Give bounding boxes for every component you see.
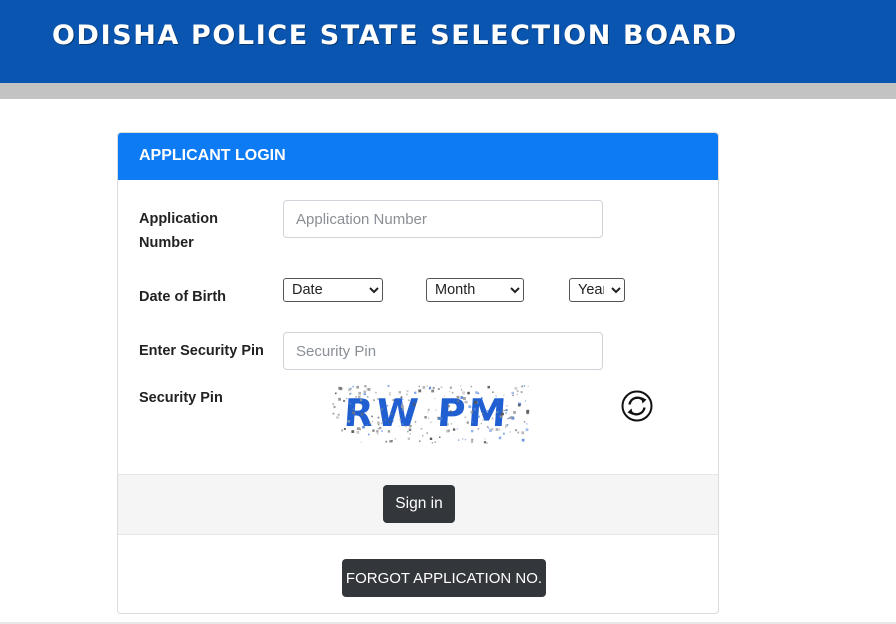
security-pin-captcha-label: Security Pin	[139, 390, 223, 406]
login-card-header: APPLICANT LOGIN	[118, 133, 718, 180]
top-banner: ODISHA POLICE STATE SELECTION BOARD	[0, 0, 896, 83]
enter-security-pin-label: Enter Security Pin	[139, 343, 264, 359]
site-title: ODISHA POLICE STATE SELECTION BOARD	[52, 20, 738, 51]
forgot-application-number-button[interactable]: FORGOT APPLICATION NO.	[342, 559, 546, 597]
date-of-birth-label: Date of Birth	[139, 289, 226, 305]
captcha-image: RW PM	[332, 385, 530, 445]
application-number-label: Application Number	[139, 211, 218, 251]
refresh-icon[interactable]	[621, 390, 653, 422]
application-number-input[interactable]	[283, 200, 603, 238]
login-card-title: APPLICANT LOGIN	[139, 147, 286, 164]
dob-year-select[interactable]: Year	[569, 278, 625, 302]
login-card: APPLICANT LOGIN Application Number Date …	[117, 132, 719, 614]
dob-date-select[interactable]: Date	[283, 278, 383, 302]
captcha-noise	[332, 385, 530, 444]
security-pin-input[interactable]	[283, 332, 603, 370]
sign-in-button[interactable]: Sign in	[383, 485, 455, 523]
banner-divider	[0, 83, 896, 99]
dob-month-select[interactable]: Month	[426, 278, 524, 302]
